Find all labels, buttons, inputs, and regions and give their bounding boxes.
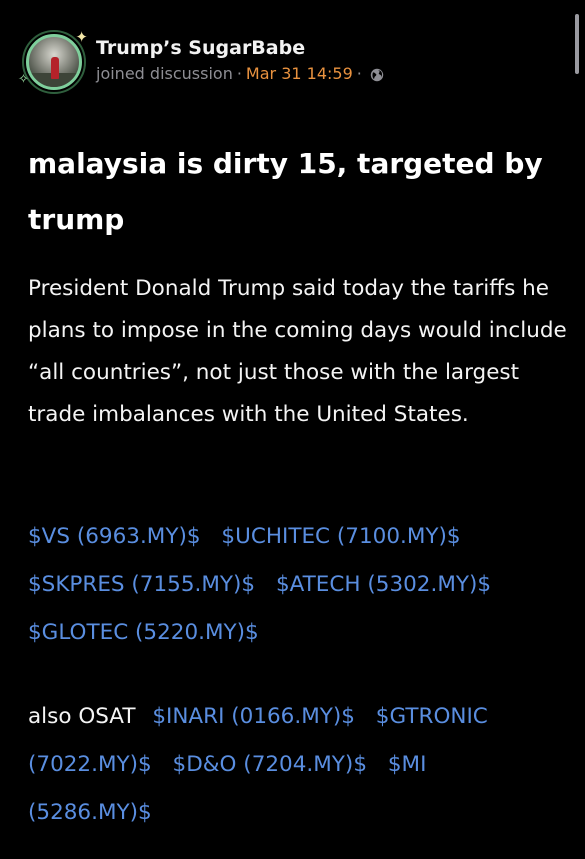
post-header: ✦ ✧ Trump’s SugarBabe joined discussion …	[18, 28, 384, 94]
ticker-link[interactable]: $GLOTEC (5220.MY)$	[28, 620, 259, 645]
ticker-link[interactable]: $SKPRES (7155.MY)$	[28, 572, 255, 597]
scrollbar[interactable]	[575, 14, 579, 74]
ticker-link[interactable]: $VS (6963.MY)$	[28, 524, 201, 549]
post-meta: Trump’s SugarBabe joined discussion · Ma…	[96, 36, 384, 84]
username[interactable]: Trump’s SugarBabe	[96, 36, 384, 60]
ticker-link[interactable]: $ATECH (5302.MY)$	[276, 572, 491, 597]
separator: ·	[356, 64, 362, 83]
post-title: malaysia is dirty 15, targeted by trump	[28, 147, 543, 236]
joined-label: joined discussion	[96, 64, 233, 83]
ticker-link[interactable]: $D&O (7204.MY)$	[173, 752, 367, 777]
avatar-image	[26, 34, 82, 90]
timestamp: Mar 31 14:59	[245, 64, 353, 83]
globe-icon	[370, 67, 384, 82]
osat-label: also OSAT	[28, 704, 136, 729]
post-subline: joined discussion · Mar 31 14:59 ·	[96, 64, 384, 84]
post-body: President Donald Trump said today the ta…	[28, 276, 567, 427]
osat-paragraph: also OSAT $INARI (0166.MY)$ $GTRONIC (70…	[28, 693, 568, 837]
ticker-link[interactable]: $INARI (0166.MY)$	[152, 704, 355, 729]
ticker-list-1: $VS (6963.MY)$ $UCHITEC (7100.MY)$ $SKPR…	[28, 513, 568, 657]
avatar[interactable]: ✦ ✧	[18, 28, 88, 94]
star-icon: ✦	[75, 28, 88, 46]
ticker-link[interactable]: $UCHITEC (7100.MY)$	[221, 524, 460, 549]
sparkle-icon: ✧	[18, 72, 29, 87]
separator: ·	[236, 64, 242, 83]
